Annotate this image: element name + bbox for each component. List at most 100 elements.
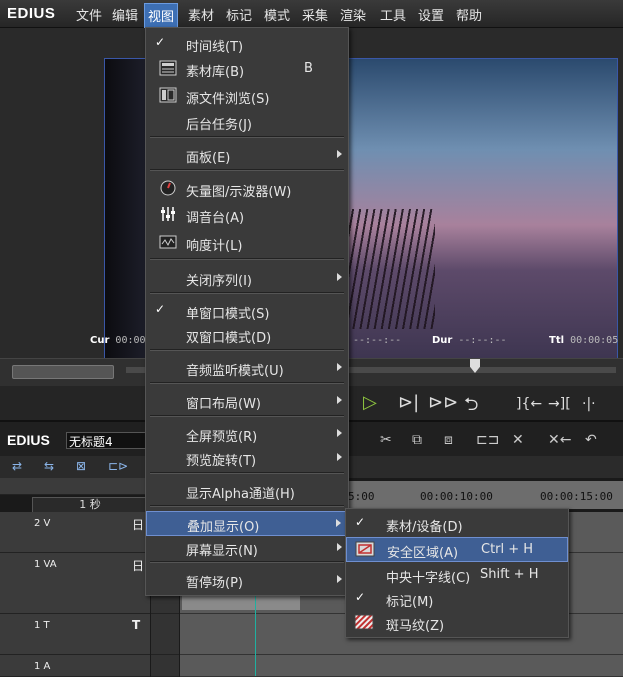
menu-item-loudness[interactable]: 响度计(L) xyxy=(146,231,348,255)
menu-item-close-sequence[interactable]: 关闭序列(I) xyxy=(146,266,348,290)
split-icon[interactable]: ·|· xyxy=(582,396,596,412)
timeline-logo: EDIUS xyxy=(7,432,50,448)
menu-item-bin[interactable]: 素材库(B) B xyxy=(146,57,348,81)
menu-clip[interactable]: 素材 xyxy=(188,5,214,24)
check-icon: ✓ xyxy=(155,35,166,49)
group-icon[interactable]: ⊏⊐ xyxy=(476,432,499,448)
bin-icon xyxy=(159,60,177,76)
menu-mode[interactable]: 模式 xyxy=(264,5,290,24)
set-out-icon[interactable]: →][ xyxy=(548,396,571,412)
menu-separator xyxy=(150,415,344,417)
cut-icon[interactable]: ✂ xyxy=(380,432,392,448)
check-icon: ✓ xyxy=(155,302,166,316)
set-in-icon[interactable]: ]{← xyxy=(516,396,542,412)
menu-capture[interactable]: 采集 xyxy=(302,5,328,24)
menu-separator xyxy=(150,382,344,384)
menu-marker[interactable]: 标记 xyxy=(226,5,252,24)
submenu-arrow-icon xyxy=(337,543,342,551)
menu-bar: EDIUS 文件 编辑 视图 素材 标记 模式 采集 渲染 工具 设置 帮助 xyxy=(0,0,623,28)
track-icon-cell xyxy=(151,614,179,655)
menu-item-pause-field[interactable]: 暂停场(P) xyxy=(146,568,348,592)
zoom-selector[interactable]: 1 秒 xyxy=(32,497,148,513)
snap-icon[interactable]: ⇆ xyxy=(44,459,54,473)
vectorscope-icon xyxy=(159,180,177,196)
submenu-item-marker[interactable]: ✓ 标记(M) xyxy=(346,587,568,611)
track-mark: 日 xyxy=(132,518,145,532)
menu-item-overlay[interactable]: 叠加显示(O) xyxy=(146,511,348,536)
app-logo: EDIUS xyxy=(7,5,56,22)
insert-mode-icon[interactable]: ⊏⊳ xyxy=(108,459,128,473)
menu-separator xyxy=(150,561,344,563)
menu-item-dual-window[interactable]: 双窗口模式(D) xyxy=(146,323,348,347)
menu-tools[interactable]: 工具 xyxy=(380,5,406,24)
loop-icon[interactable]: ⮌ xyxy=(464,392,478,422)
ruler-label: 00:00:10:00 xyxy=(420,490,493,503)
check-icon: ✓ xyxy=(355,515,366,529)
submenu-item-safe-area[interactable]: 安全区域(A) Ctrl + H xyxy=(346,537,568,562)
fast-forward-icon[interactable]: ⊳⊳ xyxy=(428,392,458,413)
loudness-icon xyxy=(159,234,177,250)
undo-icon[interactable]: ↶ xyxy=(585,432,597,448)
delete-icon[interactable]: ✕ xyxy=(512,432,524,448)
menu-item-fullscreen-preview[interactable]: 全屏预览(R) xyxy=(146,422,348,446)
menu-item-window-layout[interactable]: 窗口布局(W) xyxy=(146,389,348,413)
overlay-submenu: ✓ 素材/设备(D) 安全区域(A) Ctrl + H 中央十字线(C) Shi… xyxy=(345,508,569,638)
menu-item-vectorscope[interactable]: 矢量图/示波器(W) xyxy=(146,177,348,201)
menu-item-preview-rotate[interactable]: 预览旋转(T) xyxy=(146,446,348,470)
shuttle-slider[interactable] xyxy=(12,365,114,379)
submenu-item-zebra[interactable]: 斑马纹(Z) xyxy=(346,611,568,635)
track-name: 1 T xyxy=(34,620,50,631)
menu-edit[interactable]: 编辑 xyxy=(112,5,138,24)
menu-view[interactable]: 视图 xyxy=(144,3,179,28)
track-2v[interactable] xyxy=(0,512,150,553)
ruler-label: 5:00 xyxy=(348,490,375,503)
timecode-cur: Cur 00:00 xyxy=(90,335,146,346)
next-frame-icon[interactable]: ⊳| xyxy=(398,392,419,413)
submenu-arrow-icon xyxy=(336,519,341,527)
track-1t[interactable] xyxy=(0,614,150,655)
menu-item-single-window[interactable]: ✓ 单窗口模式(S) xyxy=(146,299,348,323)
menu-render[interactable]: 渲染 xyxy=(340,5,366,24)
track-header-top xyxy=(0,478,150,495)
copy-icon[interactable]: ⧉ xyxy=(412,432,422,448)
browser-icon xyxy=(159,87,177,103)
play-icon[interactable]: ▷ xyxy=(363,392,377,413)
ripple-delete-icon[interactable]: ✕← xyxy=(548,432,571,448)
track-lane[interactable] xyxy=(180,655,623,677)
menu-item-timeline[interactable]: ✓ 时间线(T) xyxy=(146,32,348,56)
menu-item-audio-monitor[interactable]: 音频监听模式(U) xyxy=(146,356,348,380)
paste-icon[interactable]: ⧈ xyxy=(444,432,453,448)
track-name: 1 VA xyxy=(34,559,57,570)
menu-separator xyxy=(150,472,344,474)
timecode-ttl: Ttl 00:00:05 xyxy=(549,335,619,346)
submenu-item-center-cross[interactable]: 中央十字线(C) Shift + H xyxy=(346,563,568,587)
track-1a[interactable] xyxy=(0,655,150,677)
submenu-arrow-icon xyxy=(337,273,342,281)
timecode-in: --:--:-- xyxy=(353,335,402,346)
timeline-clip[interactable] xyxy=(182,596,300,610)
safe-area-icon xyxy=(355,541,375,557)
menu-item-show-alpha[interactable]: 显示Alpha通道(H) xyxy=(146,479,348,503)
menu-separator xyxy=(150,292,344,294)
track-name: 1 A xyxy=(34,661,51,672)
menu-separator xyxy=(150,136,344,138)
menu-item-panels[interactable]: 面板(E) xyxy=(146,143,348,167)
submenu-item-clip-device[interactable]: ✓ 素材/设备(D) xyxy=(346,512,568,536)
menu-file[interactable]: 文件 xyxy=(76,5,102,24)
track-1va[interactable] xyxy=(0,553,150,614)
submenu-arrow-icon xyxy=(337,150,342,158)
menu-item-background-tasks[interactable]: 后台任务(J) xyxy=(146,110,348,134)
menu-settings[interactable]: 设置 xyxy=(418,5,444,24)
menu-item-onscreen-display[interactable]: 屏幕显示(N) xyxy=(146,536,348,560)
timecode-dur: Dur --:--:-- xyxy=(432,335,507,346)
link-icon[interactable]: ⊠ xyxy=(76,459,86,473)
sequence-name[interactable]: 无标题4 xyxy=(66,432,146,449)
ruler-label: 00:00:15:00 xyxy=(540,490,613,503)
menu-separator xyxy=(150,505,344,507)
menu-item-source-browser[interactable]: 源文件浏览(S) xyxy=(146,84,348,108)
track-tool-icon[interactable]: ⇄ xyxy=(12,459,22,473)
submenu-arrow-icon xyxy=(337,396,342,404)
track-name: 2 V xyxy=(34,518,51,529)
menu-item-mixer[interactable]: 调音台(A) xyxy=(146,203,348,227)
menu-help[interactable]: 帮助 xyxy=(456,5,482,24)
